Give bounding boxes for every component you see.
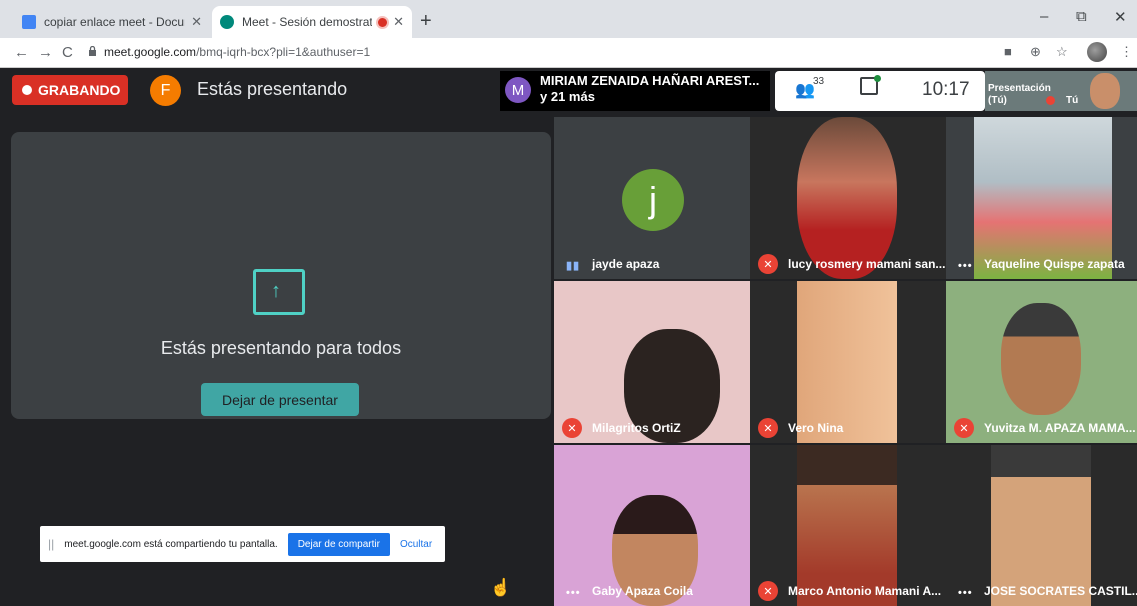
participant-tile[interactable]: ✕ Marco Antonio Mamani A... [750, 445, 946, 606]
tab-docs[interactable]: copiar enlace meet - Documento ✕ [14, 6, 210, 38]
tab-title: Meet - Sesión demostrativa [242, 15, 373, 29]
speaker-name: MIRIAM ZENAIDA HAÑARI AREST... [540, 73, 760, 88]
participant-tile[interactable]: ✕ Milagritos OrtiZ [554, 281, 750, 443]
screen-share-notification: || meet.google.com está compartiendo tu … [40, 526, 445, 562]
participant-name: Marco Antonio Mamani A... [788, 584, 942, 598]
tab-title: copiar enlace meet - Documento [44, 15, 185, 29]
minimize-button[interactable]: – [1040, 8, 1048, 25]
participant-video [797, 117, 897, 279]
recording-label: GRABANDO [38, 82, 121, 98]
lock-icon [89, 46, 96, 56]
record-dot-icon [22, 85, 32, 95]
profile-avatar[interactable] [1087, 42, 1107, 62]
meet-icon [220, 15, 234, 29]
forward-button[interactable]: → [38, 44, 53, 61]
participants-count: 33 [813, 76, 825, 87]
mic-off-icon: ✕ [954, 418, 974, 438]
browser-toolbar: ← → C meet.google.com/bmq-iqrh-bcx?pli=1… [0, 38, 1137, 68]
self-preview-sublabel: (Tú) [988, 95, 1007, 106]
chat-notification-dot [874, 75, 881, 82]
self-label: Tú [1066, 95, 1079, 106]
participant-video [974, 117, 1112, 279]
present-screen-icon: ↑ [253, 269, 305, 315]
participant-name: Yaqueline Quispe zapata [984, 257, 1125, 271]
address-bar[interactable]: meet.google.com/bmq-iqrh-bcx?pli=1&authu… [104, 45, 370, 59]
presenting-title: Estás presentando para todos [160, 338, 402, 358]
docs-icon [22, 15, 36, 29]
restore-button[interactable]: ⧉ [1076, 8, 1087, 25]
presenting-label: Estás presentando [197, 79, 348, 99]
participant-avatar: j [622, 169, 684, 231]
drag-handle-icon[interactable]: || [48, 537, 54, 551]
recording-indicator-icon [378, 17, 388, 27]
participant-video [1001, 303, 1081, 415]
speaking-icon: ▮▮ [566, 260, 581, 272]
participant-video [797, 445, 897, 606]
presenter-avatar: F [150, 75, 181, 106]
speaker-avatar: M [505, 77, 531, 103]
participant-name: lucy rosmery mamani san... [788, 257, 946, 271]
participant-tile[interactable]: ••• Gaby Apaza Coila [554, 445, 750, 606]
url-path: /bmq-iqrh-bcx?pli=1&authuser=1 [196, 45, 371, 59]
participant-tile[interactable]: j ▮▮ jayde apaza [554, 117, 750, 279]
reload-button[interactable]: C [62, 44, 73, 61]
recording-badge: GRABANDO [12, 75, 128, 105]
meeting-clock: 10:17 [922, 79, 970, 100]
participant-name: jayde apaza [592, 257, 660, 271]
participant-video [991, 445, 1091, 606]
mic-off-icon: ✕ [562, 418, 582, 438]
participant-name: Vero Nina [788, 421, 844, 435]
participant-tile[interactable]: ✕ Yuvitza M. APAZA MAMA... [946, 281, 1137, 443]
mouse-cursor-icon: ☝ [490, 578, 512, 597]
more-options-icon[interactable]: ••• [566, 587, 581, 599]
share-notice-text: meet.google.com está compartiendo tu pan… [64, 538, 278, 550]
close-icon[interactable]: ✕ [191, 14, 202, 30]
participant-video [797, 281, 897, 443]
people-icon[interactable]: 👥 [795, 80, 815, 100]
participant-tile[interactable]: ••• Yaqueline Quispe zapata [946, 117, 1137, 279]
participant-name: JOSE SOCRATES CASTIL... [984, 584, 1137, 598]
back-button[interactable]: ← [14, 44, 29, 61]
zoom-icon[interactable]: ⊕ [1030, 44, 1041, 60]
participant-name: Milagritos OrtiZ [592, 421, 681, 435]
self-video [1090, 73, 1120, 109]
participant-tile[interactable]: ✕ Vero Nina [750, 281, 946, 443]
hide-notice-button[interactable]: Ocultar [400, 539, 432, 550]
mic-off-icon: ✕ [758, 254, 778, 274]
close-icon[interactable]: ✕ [393, 14, 404, 30]
url-host: meet.google.com [104, 45, 197, 59]
more-options-icon[interactable]: ••• [958, 587, 973, 599]
participant-tile[interactable]: ✕ lucy rosmery mamani san... [750, 117, 946, 279]
camera-icon[interactable]: ■ [1004, 44, 1012, 59]
speaker-more: y 21 más [540, 89, 595, 104]
more-options-icon[interactable]: ••• [958, 260, 973, 272]
mic-off-icon [1046, 96, 1055, 105]
new-tab-button[interactable]: + [420, 10, 432, 33]
tab-meet[interactable]: Meet - Sesión demostrativa ✕ [212, 6, 412, 38]
bookmark-star-icon[interactable]: ☆ [1056, 44, 1068, 60]
browser-tab-bar: copiar enlace meet - Documento ✕ Meet - … [0, 0, 1137, 38]
mic-off-icon: ✕ [758, 581, 778, 601]
self-preview-label: Presentación [988, 83, 1051, 94]
participant-name: Yuvitza M. APAZA MAMA... [984, 421, 1136, 435]
participant-tile[interactable]: ••• JOSE SOCRATES CASTIL... [946, 445, 1137, 606]
window-close-button[interactable]: ✕ [1114, 8, 1127, 26]
mic-off-icon: ✕ [758, 418, 778, 438]
participant-name: Gaby Apaza Coila [592, 584, 693, 598]
stop-sharing-button[interactable]: Dejar de compartir [287, 532, 390, 556]
menu-icon[interactable]: ⋮ [1120, 44, 1133, 60]
stop-presenting-button[interactable]: Dejar de presentar [201, 383, 359, 416]
